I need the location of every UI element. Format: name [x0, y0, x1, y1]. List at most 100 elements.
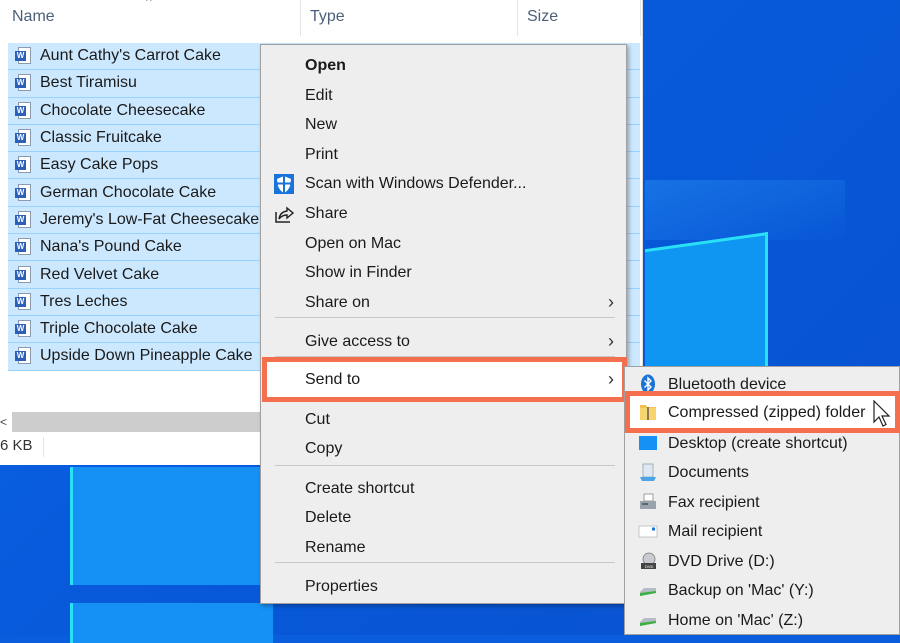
word-doc-icon: W	[15, 210, 31, 229]
file-name: Easy Cake Pops	[40, 156, 159, 174]
menu-separator	[275, 465, 615, 466]
send-to-item-label: Compressed (zipped) folder	[668, 404, 866, 421]
word-doc-icon: W	[15, 101, 31, 120]
send-to-item-label: Home on 'Mac' (Z:)	[668, 612, 804, 629]
file-name: Nana's Pound Cake	[40, 238, 182, 256]
file-name: Triple Chocolate Cake	[40, 320, 198, 338]
menu-item-label: Edit	[305, 86, 333, 104]
word-doc-icon: W	[15, 183, 31, 202]
word-doc-icon: W	[15, 74, 31, 92]
menu-item-scan-defender[interactable]: Scan with Windows Defender...	[261, 169, 626, 198]
menu-item-label: New	[305, 115, 338, 133]
file-name: Aunt Cathy's Carrot Cake	[40, 47, 221, 65]
file-name: Tres Leches	[40, 292, 128, 310]
documents-icon	[638, 462, 658, 482]
send-to-item-label: Fax recipient	[668, 494, 760, 511]
wallpaper-window-pane	[70, 467, 273, 585]
menu-item-label: Open on Mac	[305, 234, 402, 252]
menu-item-show-in-finder[interactable]: Show in Finder	[261, 258, 626, 287]
send-to-backup-on-mac[interactable]: Backup on 'Mac' (Y:)	[625, 576, 899, 605]
menu-item-new[interactable]: New	[261, 110, 626, 139]
column-size[interactable]: Size	[527, 8, 558, 26]
menu-item-create-shortcut[interactable]: Create shortcut	[261, 474, 626, 503]
chevron-right-icon: ›	[608, 369, 614, 389]
column-divider[interactable]	[517, 0, 518, 36]
file-name: Jeremy's Low-Fat Cheesecake	[40, 210, 260, 228]
menu-item-give-access-to[interactable]: Give access to ›	[261, 327, 626, 356]
send-to-documents[interactable]: Documents	[625, 458, 899, 487]
menu-item-label: Send to	[305, 370, 361, 388]
file-name: Best Tiramisu	[40, 74, 137, 92]
menu-item-rename[interactable]: Rename	[261, 533, 626, 562]
column-divider[interactable]	[300, 0, 301, 36]
dvd-drive-icon: DVD	[638, 551, 658, 571]
mail-icon	[638, 521, 658, 541]
menu-item-copy[interactable]: Copy	[261, 434, 626, 463]
desktop-icon	[638, 433, 658, 453]
svg-text:DVD: DVD	[645, 564, 654, 569]
status-size: 6 KB	[0, 437, 33, 454]
menu-item-share[interactable]: Share	[261, 199, 626, 228]
menu-item-label: Create shortcut	[305, 479, 415, 497]
file-name: German Chocolate Cake	[40, 183, 217, 201]
send-to-dvd-drive[interactable]: DVD DVD Drive (D:)	[625, 547, 899, 576]
column-type[interactable]: Type	[310, 8, 345, 26]
column-name[interactable]: Name	[12, 8, 55, 26]
send-to-mail-recipient[interactable]: Mail recipient	[625, 517, 899, 546]
column-divider[interactable]	[640, 0, 641, 36]
file-name: Classic Fruitcake	[40, 129, 162, 147]
column-header: ^ Name Type Size	[0, 0, 642, 38]
context-menu: Open Edit New Print Scan with Windows Defend…	[260, 44, 627, 604]
send-to-item-label: DVD Drive (D:)	[668, 553, 775, 570]
menu-item-delete[interactable]: Delete	[261, 503, 626, 532]
menu-item-label: Share	[305, 204, 348, 222]
menu-item-label: Print	[305, 145, 338, 163]
menu-item-open[interactable]: Open	[261, 51, 626, 80]
wallpaper-glow	[645, 180, 845, 240]
send-to-item-label: Backup on 'Mac' (Y:)	[668, 582, 814, 599]
menu-separator	[275, 317, 615, 318]
menu-item-edit[interactable]: Edit	[261, 81, 626, 110]
menu-item-label: Delete	[305, 508, 352, 526]
menu-item-properties[interactable]: Properties	[261, 572, 626, 601]
menu-item-send-to[interactable]: Send to ›	[261, 365, 626, 394]
send-to-compressed-zipped-folder[interactable]: Compressed (zipped) folder	[625, 398, 899, 427]
menu-item-share-on[interactable]: Share on ›	[261, 288, 626, 317]
chevron-right-icon: ›	[608, 292, 614, 312]
scroll-left-icon[interactable]: <	[0, 412, 12, 432]
zip-folder-icon	[638, 402, 658, 422]
send-to-fax-recipient[interactable]: Fax recipient	[625, 488, 899, 517]
word-doc-icon: W	[15, 265, 31, 284]
status-divider	[43, 437, 44, 457]
fax-icon	[638, 492, 658, 512]
send-to-home-on-mac[interactable]: Home on 'Mac' (Z:)	[625, 606, 899, 635]
send-to-item-label: Documents	[668, 464, 749, 481]
menu-separator	[275, 562, 615, 563]
file-name: Upside Down Pineapple Cake	[40, 347, 253, 365]
menu-item-label: Copy	[305, 439, 343, 457]
send-to-item-label: Desktop (create shortcut)	[668, 435, 848, 452]
menu-item-label: Rename	[305, 538, 366, 556]
file-name: Chocolate Cheesecake	[40, 101, 206, 119]
menu-item-open-on-mac[interactable]: Open on Mac	[261, 229, 626, 258]
network-drive-icon	[638, 580, 658, 600]
send-to-desktop-shortcut[interactable]: Desktop (create shortcut)	[625, 429, 899, 458]
menu-item-label: Cut	[305, 410, 330, 428]
chevron-right-icon: ›	[608, 331, 614, 351]
send-to-item-label: Mail recipient	[668, 523, 763, 540]
word-doc-icon: W	[15, 347, 31, 365]
menu-item-print[interactable]: Print	[261, 140, 626, 169]
word-doc-icon: W	[15, 320, 31, 338]
menu-item-cut[interactable]: Cut	[261, 405, 626, 434]
network-drive-icon	[638, 610, 658, 630]
word-doc-icon: W	[15, 156, 31, 174]
menu-item-label: Give access to	[305, 332, 410, 350]
word-doc-icon: W	[15, 129, 31, 147]
word-doc-icon: W	[15, 292, 31, 311]
menu-item-label: Open	[305, 56, 346, 74]
share-icon	[273, 203, 295, 225]
sort-ascending-icon: ^	[146, 0, 152, 8]
menu-item-label: Share on	[305, 293, 370, 311]
word-doc-icon: W	[15, 47, 31, 65]
word-doc-icon: W	[15, 238, 31, 256]
